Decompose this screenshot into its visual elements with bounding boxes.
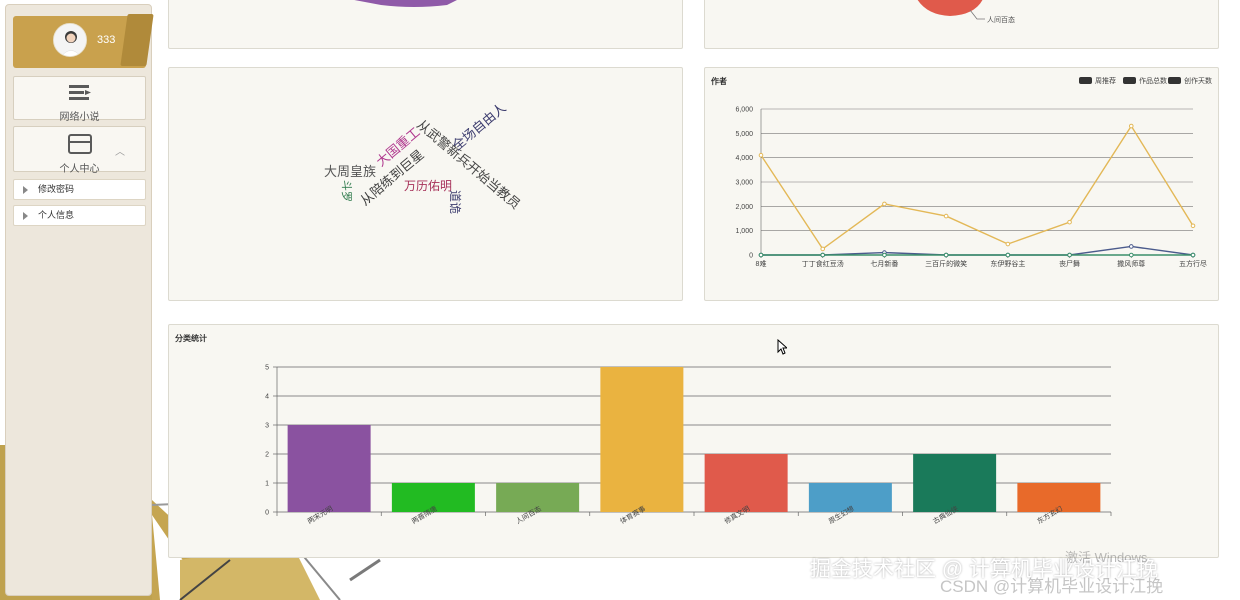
- x-tick-label: 8难: [756, 259, 767, 268]
- category-bar-chart: 012345两宋元明 两晋隋唐 人间百态 体育赛事 修真文明 原生幻想 古典仙侠 东方玄幻: [265, 365, 1112, 526]
- data-point: [820, 246, 826, 252]
- top-right-pie-fragment: 人间百态: [917, 0, 1015, 24]
- data-point: [1128, 123, 1134, 129]
- data-point: [1128, 244, 1134, 249]
- menu-item-label: 个人中心: [59, 164, 100, 175]
- data-point: [1190, 223, 1196, 229]
- top-left-chart-fragment: [354, 0, 457, 7]
- author-line-chart: 周推荐 作品总数 创作天数 0 1,000 2,000 3,000 4,000 5,000 6,0…: [735, 76, 1212, 268]
- y-tick-label: 2,000: [735, 204, 753, 211]
- legend-swatch: [1079, 77, 1092, 84]
- submenu-label: 修改密码: [38, 184, 75, 194]
- juejin-watermark: 掘金技术社区 @ 计算机毕业设计江挽: [810, 558, 1158, 581]
- y-tick-label: 1,000: [735, 228, 753, 235]
- word-cloud-word: 斗罗: [340, 180, 353, 202]
- legend-swatch: [1123, 77, 1136, 84]
- word-cloud-word: 大周皇族: [324, 164, 376, 179]
- word-cloud-word: 道诡: [448, 190, 462, 214]
- legend-swatch: [1168, 77, 1181, 84]
- y-tick-label: 2: [265, 452, 269, 459]
- menu-item-personal-center[interactable]: 个人中心 ︿: [13, 126, 146, 175]
- menu-item-novels[interactable]: 网络小说: [13, 76, 146, 123]
- data-point: [1190, 252, 1196, 258]
- data-point: [1067, 252, 1072, 258]
- series-line: [761, 245, 1194, 256]
- y-tick-label: 3: [265, 423, 269, 430]
- data-point: [1005, 252, 1011, 258]
- x-tick-label: 撒风师尊: [1117, 259, 1145, 268]
- data-point: [1128, 252, 1134, 258]
- word-cloud: 大周皇族 大国重工 从武警新兵开始当教员 全场自由人 万历佑明 从陪练到巨星 斗…: [324, 100, 523, 214]
- x-tick-label: 丁丁食红豆汤: [802, 259, 844, 268]
- data-point: [943, 213, 949, 219]
- legend-label: 创作天数: [1184, 76, 1212, 85]
- sidebar: 333 网络小说 个人中心 ︿ 修改密码 个人信息: [5, 4, 154, 596]
- submenu-personal-info[interactable]: 个人信息: [13, 205, 146, 226]
- legend-label: 周推荐: [1095, 76, 1116, 85]
- y-tick-label: 3,000: [735, 180, 753, 187]
- legend-label: 作品总数: [1139, 76, 1167, 85]
- bar: [704, 454, 788, 512]
- y-tick-label: 0: [749, 253, 753, 260]
- panel-top-right: 人间百态: [704, 0, 1219, 49]
- word-cloud-word: 万历佑明: [404, 179, 452, 193]
- submenu-change-password[interactable]: 修改密码: [13, 179, 146, 200]
- data-point: [943, 252, 949, 258]
- panel-author-chart: 作者 周推荐 作品总数 创作天数 0 1,000 2,000 3,000 4,000 5,000…: [704, 67, 1219, 301]
- y-tick-label: 6,000: [735, 107, 753, 114]
- y-tick-label: 0: [265, 510, 269, 517]
- bar: [913, 454, 997, 512]
- data-point: [882, 252, 887, 258]
- x-tick-label: 三百斤的微笑: [925, 259, 967, 268]
- avatar[interactable]: [53, 23, 87, 57]
- triangle-right-icon: [23, 186, 28, 194]
- data-point: [1005, 241, 1011, 247]
- panel-category-chart: 分类统计 0 1 2 3 4 5 两宋元明 两晋隋唐 人间百态 体育赛事 修真文明 原生幻想 古典仙侠东…: [168, 324, 1219, 558]
- submenu-label: 个人信息: [38, 210, 75, 220]
- card-icon: [67, 134, 92, 154]
- username: 333: [97, 34, 116, 46]
- panel-word-cloud: 大周皇族 大国重工 从武警新兵开始当教员 全场自由人 万历佑明 从陪练到巨星 斗…: [168, 67, 683, 301]
- y-tick-label: 4,000: [735, 155, 753, 162]
- y-tick-label: 5: [265, 365, 269, 372]
- list-icon: [68, 85, 91, 100]
- chevron-up-icon[interactable]: ︿: [115, 143, 125, 158]
- x-tick-label: 五方行尽: [1179, 259, 1207, 268]
- profile-card-fold: [120, 14, 154, 66]
- triangle-right-icon: [23, 212, 28, 220]
- data-point: [820, 252, 826, 258]
- avatar-person-icon: [54, 24, 86, 56]
- profile-card[interactable]: 333: [13, 14, 154, 68]
- data-point: [758, 152, 764, 158]
- x-tick-label: 丧尸舞: [1059, 259, 1080, 268]
- bar: [287, 425, 371, 512]
- panel-top-left: [168, 0, 683, 49]
- menu-item-label: 网络小说: [59, 112, 100, 123]
- word-cloud-word: 全场自由人: [449, 100, 508, 153]
- pie-slice-label: 人间百态: [987, 15, 1015, 24]
- y-tick-label: 1: [265, 481, 269, 488]
- y-tick-label: 4: [265, 394, 269, 401]
- data-point: [882, 201, 887, 207]
- y-tick-label: 5,000: [735, 131, 753, 138]
- data-point: [758, 252, 764, 258]
- x-tick-label: 东伊野谷主: [990, 259, 1025, 268]
- bar: [600, 367, 684, 512]
- mouse-cursor-icon: [777, 339, 787, 355]
- data-point: [1067, 219, 1072, 225]
- x-tick-label: 七月新番: [870, 259, 898, 268]
